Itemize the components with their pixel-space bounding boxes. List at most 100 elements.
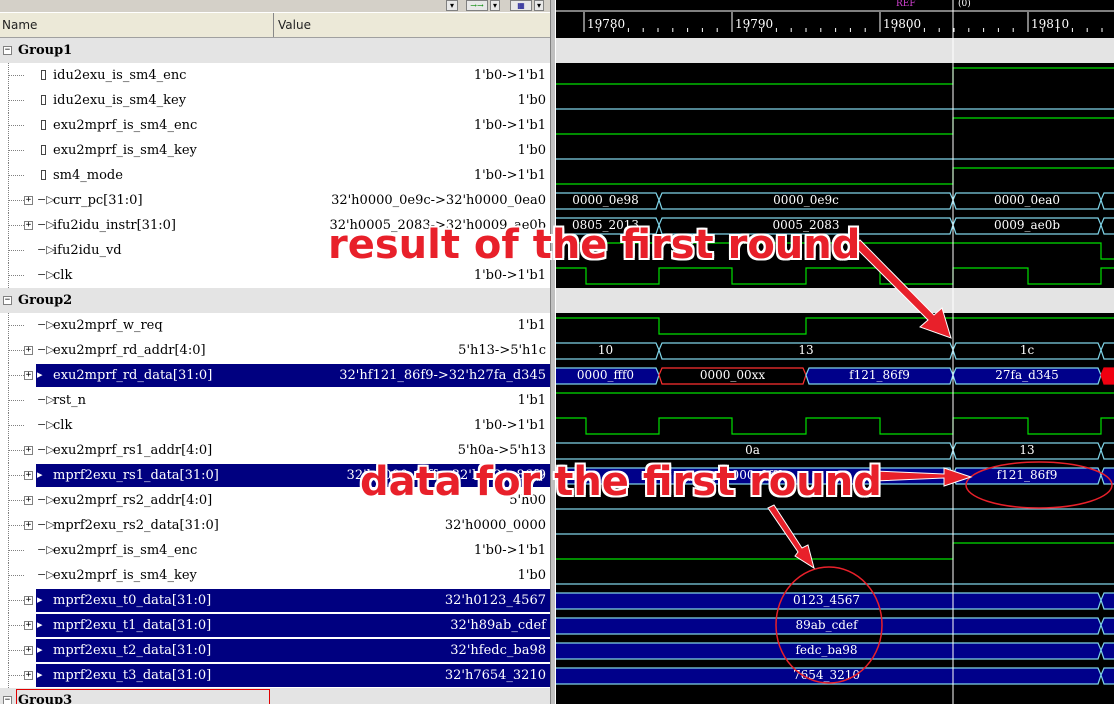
bus-segment [1100, 617, 1114, 635]
tree-line [8, 125, 24, 126]
expand-toggle-icon[interactable]: + [24, 471, 33, 480]
collapse-toggle-icon[interactable]: − [3, 46, 12, 55]
tree-line [8, 500, 24, 501]
signal-row[interactable]: + ▸ mprf2exu_t2_data[31:0] 32'hfedc_ba98 [0, 638, 550, 663]
grid-icon[interactable]: ▦ [510, 0, 532, 11]
port-signal-icon: ▸ [37, 368, 43, 381]
expand-toggle-icon[interactable]: + [24, 371, 33, 380]
value-column-header[interactable]: Value [278, 18, 311, 32]
ruler-tick-label: 19810 [1031, 17, 1069, 31]
expand-toggle-icon[interactable]: + [24, 671, 33, 680]
signal-value: 1'b0->1'b1 [473, 543, 546, 558]
signal-name: mprf2exu_t0_data[31:0] [53, 593, 212, 608]
waveform-canvas[interactable]: 19780 19790 19800 19810 REF (0) 0000_0e98 0000_… [556, 0, 1114, 704]
bus-value-label: 27fa_d345 [995, 368, 1058, 382]
tree-line [8, 250, 24, 251]
expand-toggle-icon[interactable]: + [24, 496, 33, 505]
digital-wave [556, 267, 1114, 285]
digital-wave [556, 167, 1114, 185]
signal-value: 5'h0a->5'h13 [457, 443, 546, 458]
bus-segment [1100, 442, 1114, 460]
tree-line [8, 450, 24, 451]
signal-name: rst_n [53, 393, 86, 408]
signal-value: 1'b0 [517, 143, 546, 158]
port-signal-icon: ▸ [37, 618, 43, 631]
dropdown-button[interactable]: ▾ [534, 0, 544, 11]
signal-row[interactable]: −▷ clk 1'b0->1'b1 [0, 413, 550, 438]
signal-row[interactable]: exu2mprf_is_sm4_enc 1'b0->1'b1 [0, 113, 550, 138]
signal-name: exu2mprf_is_sm4_key [53, 143, 197, 158]
waveform-pane[interactable]: 19780 19790 19800 19810 REF (0) 0000_0e98 0000_… [556, 0, 1114, 704]
signal-name: mprf2exu_rs2_data[31:0] [53, 518, 219, 533]
signal-row[interactable]: −▷ rst_n 1'b1 [0, 388, 550, 413]
bus-value-label: fedc_ba98 [795, 643, 857, 657]
signal-row[interactable]: −▷ exu2mprf_is_sm4_key 1'b0 [0, 563, 550, 588]
signal-row[interactable]: exu2mprf_is_sm4_key 1'b0 [0, 138, 550, 163]
signal-row[interactable]: + ▸ exu2mprf_rd_data[31:0] 32'hf121_86f9->3… [0, 363, 550, 388]
expand-toggle-icon[interactable]: + [24, 621, 33, 630]
signal-row[interactable]: + −▷ exu2mprf_rd_addr[4:0] 5'h13->5'h1c [0, 338, 550, 363]
column-divider[interactable] [273, 13, 274, 37]
ruler-tick-label: 19780 [587, 17, 625, 31]
ruler-tick-label: 19800 [883, 17, 921, 31]
expand-toggle-icon[interactable]: + [24, 446, 33, 455]
annotation-data-label: data for the first round [360, 459, 882, 505]
signal-name: ifu2idu_vd [53, 243, 122, 258]
collapse-toggle-icon[interactable]: − [3, 696, 12, 704]
group-row-band [556, 38, 1114, 63]
expand-toggle-icon[interactable]: + [24, 596, 33, 605]
bus-segment [1100, 192, 1114, 210]
expand-toggle-icon[interactable]: + [24, 646, 33, 655]
bus-value-label: 10 [598, 343, 613, 357]
signal-row[interactable]: idu2exu_is_sm4_enc 1'b0->1'b1 [0, 63, 550, 88]
signal-row[interactable]: + ▸ mprf2exu_t1_data[31:0] 32'h89ab_cdef [0, 613, 550, 638]
bus-value-label: 0000_0ea0 [994, 193, 1060, 207]
expand-toggle-icon[interactable]: + [24, 196, 33, 205]
bus-value-label: 0000_0e98 [572, 193, 639, 207]
group-name: Group1 [18, 43, 73, 58]
group-row[interactable]: − Group2 [0, 288, 550, 313]
tree-line [8, 150, 24, 151]
signal-name: mprf2exu_t2_data[31:0] [53, 643, 212, 658]
signal-row[interactable]: + −▷ curr_pc[31:0] 32'h0000_0e9c->32'h0000_… [0, 188, 550, 213]
annotation-result-label: result of the first round [328, 222, 861, 268]
tree-line [8, 325, 24, 326]
step-arrows-icon[interactable]: →→ [466, 0, 488, 11]
tree-line [8, 475, 24, 476]
signal-name: exu2mprf_is_sm4_key [53, 568, 197, 583]
port-signal-icon: ▸ [37, 643, 43, 656]
ruler-tick-label: 19790 [735, 17, 773, 31]
dropdown-button[interactable]: ▾ [490, 0, 500, 11]
expand-toggle-icon[interactable]: + [24, 346, 33, 355]
signal-row[interactable]: + ▸ mprf2exu_t3_data[31:0] 32'h7654_3210 [0, 663, 550, 688]
wire-signal-icon [41, 170, 46, 180]
bus-value-label: 0123_4567 [793, 593, 860, 607]
expand-toggle-icon[interactable]: + [24, 221, 33, 230]
bus-value-label: 89ab_cdef [795, 618, 859, 632]
bus-segment [1100, 342, 1114, 360]
tree-line [8, 575, 24, 576]
signal-name: exu2mprf_rd_addr[4:0] [53, 343, 206, 358]
signal-value: 32'h0000_0e9c->32'h0000_0ea0 [331, 193, 546, 208]
group-row[interactable]: − Group1 [0, 38, 550, 63]
port-signal-icon: ▸ [37, 668, 43, 681]
wire-signal-icon [41, 145, 46, 155]
signal-name: exu2mprf_is_sm4_enc [53, 118, 198, 133]
collapse-toggle-icon[interactable]: − [3, 296, 12, 305]
signal-row[interactable]: idu2exu_is_sm4_key 1'b0 [0, 88, 550, 113]
signal-value: 1'b0->1'b1 [473, 168, 546, 183]
signal-value: 1'b1 [517, 393, 546, 408]
name-column-header[interactable]: Name [2, 18, 37, 32]
bus-value-label: 13 [798, 343, 813, 357]
tree-line [8, 350, 24, 351]
signal-row[interactable]: sm4_mode 1'b0->1'b1 [0, 163, 550, 188]
expand-toggle-icon[interactable]: + [24, 521, 33, 530]
signal-row[interactable]: −▷ exu2mprf_w_req 1'b1 [0, 313, 550, 338]
signal-row[interactable]: + −▷ mprf2exu_rs2_data[31:0] 32'h0000_0000 [0, 513, 550, 538]
signal-value: 32'hf121_86f9->32'h27fa_d345 [339, 368, 546, 383]
signal-name: curr_pc[31:0] [53, 193, 143, 208]
signal-row[interactable]: −▷ exu2mprf_is_sm4_enc 1'b0->1'b1 [0, 538, 550, 563]
dropdown-button[interactable]: ▾ [446, 0, 458, 11]
signal-row[interactable]: + ▸ mprf2exu_t0_data[31:0] 32'h0123_4567 [0, 588, 550, 613]
port-signal-icon: ▸ [37, 468, 43, 481]
